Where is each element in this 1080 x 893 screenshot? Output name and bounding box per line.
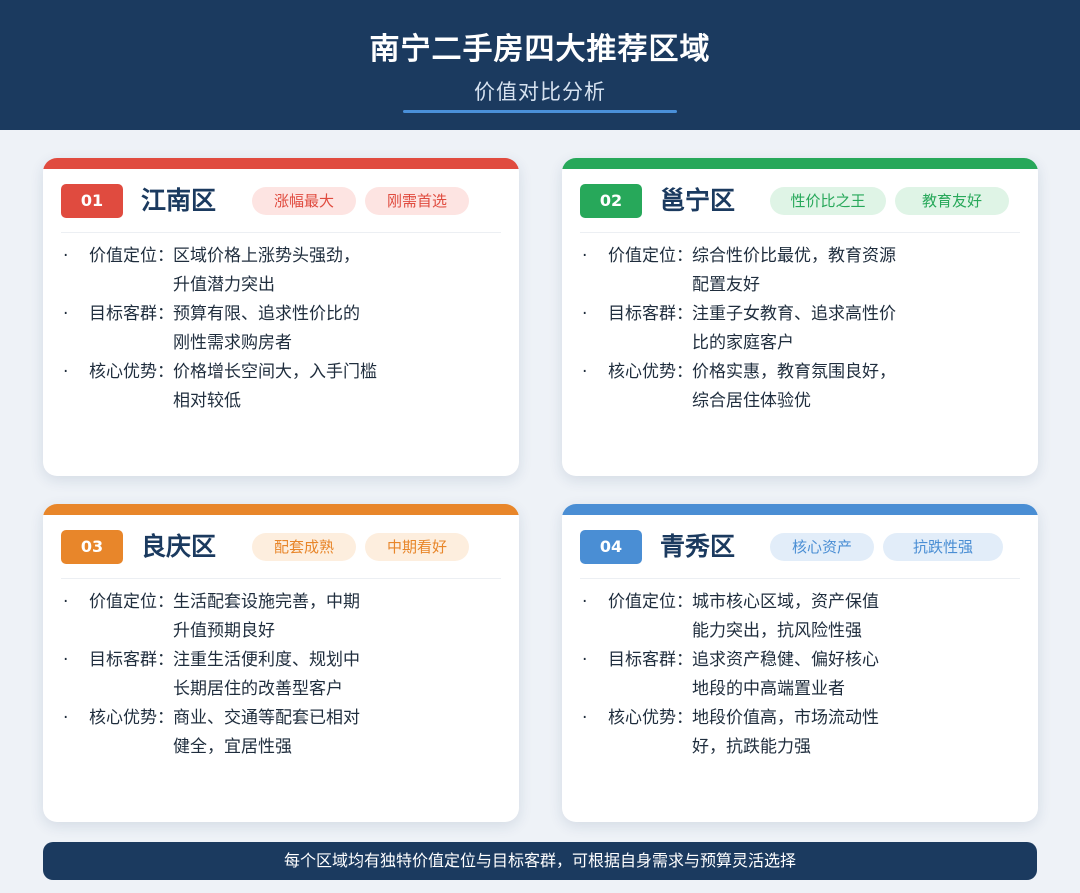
card-item-list: · 价值定位： 城市核心区域，资产保值 能力突出，抗风险性强 · 目标客群： 追…	[582, 588, 1020, 762]
card-number: 02	[580, 184, 642, 218]
item-label: 目标客群：	[89, 650, 174, 670]
list-item: · 价值定位： 生活配套设施完善，中期 升值预期良好	[63, 588, 501, 646]
card-divider	[61, 232, 501, 233]
bullet: ·	[63, 708, 69, 728]
item-label: 价值定位：	[608, 246, 693, 266]
tag-badge: 核心资产	[770, 533, 874, 561]
tag-badge: 教育友好	[895, 187, 1009, 215]
card-number: 04	[580, 530, 642, 564]
bullet: ·	[63, 592, 69, 612]
district-name: 邕宁区	[660, 186, 736, 215]
district-name: 江南区	[141, 186, 217, 215]
bullet: ·	[63, 362, 69, 382]
bullet: ·	[582, 708, 588, 728]
list-item: · 目标客群： 追求资产稳健、偏好核心 地段的中高端置业者	[582, 646, 1020, 704]
item-label: 价值定位：	[89, 592, 174, 612]
bullet: ·	[582, 362, 588, 382]
list-item: · 价值定位： 区域价格上涨势头强劲， 升值潜力突出	[63, 242, 501, 300]
list-item: · 价值定位： 综合性价比最优，教育资源 配置友好	[582, 242, 1020, 300]
bullet: ·	[63, 246, 69, 266]
item-text: 价格增长空间大，入手门槛 相对较低	[173, 362, 377, 411]
district-card-yongning: 02 邕宁区 性价比之王 教育友好 · 价值定位： 综合性价比最优，教育资源 配…	[562, 158, 1038, 476]
card-accent-bar	[43, 158, 519, 169]
item-label: 核心优势：	[89, 708, 174, 728]
item-text: 地段价值高，市场流动性 好，抗跌能力强	[692, 708, 879, 757]
list-item: · 核心优势： 商业、交通等配套已相对 健全，宜居性强	[63, 704, 501, 762]
tag-badge: 性价比之王	[770, 187, 886, 215]
item-text: 商业、交通等配套已相对 健全，宜居性强	[173, 708, 360, 757]
item-text: 预算有限、追求性价比的 刚性需求购房者	[173, 304, 360, 353]
card-number: 03	[61, 530, 123, 564]
item-text: 追求资产稳健、偏好核心 地段的中高端置业者	[692, 650, 879, 699]
item-label: 目标客群：	[608, 650, 693, 670]
card-item-list: · 价值定位： 区域价格上涨势头强劲， 升值潜力突出 · 目标客群： 预算有限、…	[63, 242, 501, 416]
item-text: 注重子女教育、追求高性价 比的家庭客户	[692, 304, 896, 353]
tag-badge: 中期看好	[365, 533, 469, 561]
tag-badge: 抗跌性强	[883, 533, 1003, 561]
list-item: · 核心优势： 价格增长空间大，入手门槛 相对较低	[63, 358, 501, 416]
district-card-jiangnan: 01 江南区 涨幅最大 刚需首选 · 价值定位： 区域价格上涨势头强劲， 升值潜…	[43, 158, 519, 476]
bullet: ·	[582, 592, 588, 612]
list-item: · 目标客群： 注重子女教育、追求高性价 比的家庭客户	[582, 300, 1020, 358]
list-item: · 目标客群： 预算有限、追求性价比的 刚性需求购房者	[63, 300, 501, 358]
bullet: ·	[582, 304, 588, 324]
item-text: 综合性价比最优，教育资源 配置友好	[692, 246, 896, 295]
bullet: ·	[63, 650, 69, 670]
district-name: 良庆区	[141, 532, 217, 561]
item-label: 目标客群：	[608, 304, 693, 324]
item-label: 价值定位：	[89, 246, 174, 266]
card-accent-bar	[43, 504, 519, 515]
list-item: · 目标客群： 注重生活便利度、规划中 长期居住的改善型客户	[63, 646, 501, 704]
item-text: 注重生活便利度、规划中 长期居住的改善型客户	[173, 650, 360, 699]
tag-badge: 涨幅最大	[252, 187, 356, 215]
bullet: ·	[63, 304, 69, 324]
item-text: 城市核心区域，资产保值 能力突出，抗风险性强	[692, 592, 879, 641]
page-header: 南宁二手房四大推荐区域 价值对比分析	[0, 0, 1080, 130]
item-text: 生活配套设施完善，中期 升值预期良好	[173, 592, 360, 641]
list-item: · 价值定位： 城市核心区域，资产保值 能力突出，抗风险性强	[582, 588, 1020, 646]
item-label: 价值定位：	[608, 592, 693, 612]
item-text: 区域价格上涨势头强劲， 升值潜力突出	[173, 246, 360, 295]
subtitle-underline	[403, 110, 677, 113]
card-accent-bar	[562, 504, 1038, 515]
district-name: 青秀区	[660, 532, 736, 561]
tag-badge: 刚需首选	[365, 187, 469, 215]
bullet: ·	[582, 246, 588, 266]
district-card-liangqing: 03 良庆区 配套成熟 中期看好 · 价值定位： 生活配套设施完善，中期 升值预…	[43, 504, 519, 822]
district-card-qingxiu: 04 青秀区 核心资产 抗跌性强 · 价值定位： 城市核心区域，资产保值 能力突…	[562, 504, 1038, 822]
card-item-list: · 价值定位： 生活配套设施完善，中期 升值预期良好 · 目标客群： 注重生活便…	[63, 588, 501, 762]
list-item: · 核心优势： 价格实惠，教育氛围良好， 综合居住体验优	[582, 358, 1020, 416]
item-text: 价格实惠，教育氛围良好， 综合居住体验优	[692, 362, 896, 411]
item-label: 核心优势：	[89, 362, 174, 382]
card-divider	[61, 578, 501, 579]
item-label: 核心优势：	[608, 362, 693, 382]
bullet: ·	[582, 650, 588, 670]
card-accent-bar	[562, 158, 1038, 169]
card-number: 01	[61, 184, 123, 218]
tag-badge: 配套成熟	[252, 533, 356, 561]
item-label: 目标客群：	[89, 304, 174, 324]
list-item: · 核心优势： 地段价值高，市场流动性 好，抗跌能力强	[582, 704, 1020, 762]
page-title: 南宁二手房四大推荐区域	[369, 32, 711, 67]
card-divider	[580, 232, 1020, 233]
page-subtitle: 价值对比分析	[474, 80, 606, 104]
card-divider	[580, 578, 1020, 579]
item-label: 核心优势：	[608, 708, 693, 728]
summary-footer: 每个区域均有独特价值定位与目标客群，可根据自身需求与预算灵活选择	[43, 842, 1037, 880]
card-item-list: · 价值定位： 综合性价比最优，教育资源 配置友好 · 目标客群： 注重子女教育…	[582, 242, 1020, 416]
